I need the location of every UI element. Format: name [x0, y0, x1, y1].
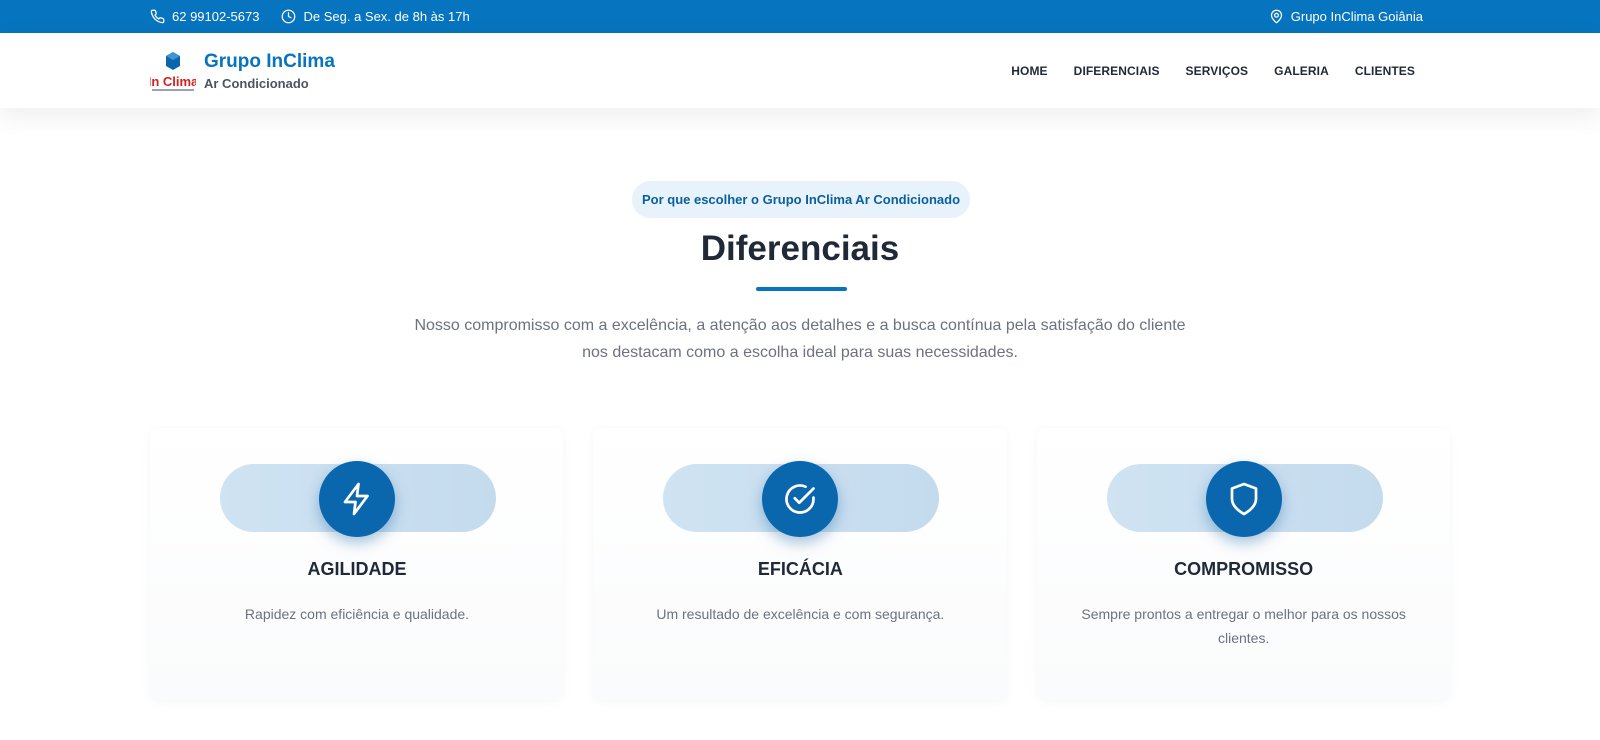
logo-wordmark: In Clima: [150, 74, 196, 89]
icon-circle: [1205, 461, 1282, 537]
title-underline: [756, 287, 847, 291]
nav-home[interactable]: HOME: [1011, 64, 1047, 78]
brand-subtitle: Ar Condicionado: [204, 76, 309, 91]
phone-icon: [150, 9, 165, 24]
icon-circle: [319, 461, 395, 537]
inclima-logo: In Clima: [148, 49, 199, 95]
card-text: Um resultado de excelência e com seguran…: [656, 606, 945, 622]
feature-card-compromisso: COMPROMISSO Sempre prontos a entregar o …: [1036, 428, 1450, 700]
feature-cards: AGILIDADE Rapidez com eficiência e quali…: [150, 428, 1450, 700]
location-link[interactable]: Grupo InClima Goiânia: [1269, 9, 1423, 24]
main-header: In Clima Grupo InClima Ar Condicionado H…: [0, 33, 1600, 108]
nav-galeria[interactable]: GALERIA: [1274, 64, 1329, 78]
clock-icon: [281, 9, 296, 24]
main-nav: HOME DIFERENCIAIS SERVIÇOS GALERIA CLIEN…: [1011, 33, 1415, 108]
icon-circle: [762, 461, 839, 537]
hours-text: De Seg. a Sex. de 8h às 17h: [303, 9, 470, 24]
top-bar: 62 99102-5673 De Seg. a Sex. de 8h às 17…: [0, 0, 1600, 33]
phone-contact[interactable]: 62 99102-5673: [150, 9, 259, 24]
nav-servicos[interactable]: SERVIÇOS: [1186, 64, 1249, 78]
card-title: EFICÁCIA: [757, 559, 843, 579]
card-title: COMPROMISSO: [1174, 559, 1314, 579]
section-description: Nosso compromisso com a excelência, a at…: [414, 317, 1186, 361]
brand-logo-link[interactable]: In Clima Grupo InClima Ar Condicionado: [148, 49, 335, 95]
feature-card-agilidade: AGILIDADE Rapidez com eficiência e quali…: [150, 428, 564, 700]
section-title: Diferenciais: [700, 229, 900, 268]
brand-name: Grupo InClima: [204, 51, 335, 72]
shield-icon: [1226, 481, 1262, 517]
card-text: Sempre prontos a entregar o melhor para …: [1081, 606, 1406, 646]
feature-card-eficacia: EFICÁCIA Um resultado de excelência e co…: [593, 428, 1007, 700]
lightning-icon: [339, 481, 375, 517]
business-hours: De Seg. a Sex. de 8h às 17h: [281, 9, 470, 24]
phone-number: 62 99102-5673: [172, 9, 260, 24]
section-eyebrow-badge: Por que escolher o Grupo InClima Ar Cond…: [632, 181, 970, 218]
map-pin-icon: [1269, 9, 1284, 24]
location-text: Grupo InClima Goiânia: [1290, 9, 1423, 24]
card-text: Rapidez com eficiência e qualidade.: [244, 606, 470, 622]
nav-diferenciais[interactable]: DIFERENCIAIS: [1074, 64, 1160, 78]
card-title: AGILIDADE: [307, 559, 407, 579]
nav-clientes[interactable]: CLIENTES: [1355, 64, 1415, 78]
check-circle-icon: [782, 481, 818, 517]
diferenciais-section: Por que escolher o Grupo InClima Ar Cond…: [0, 108, 1600, 740]
